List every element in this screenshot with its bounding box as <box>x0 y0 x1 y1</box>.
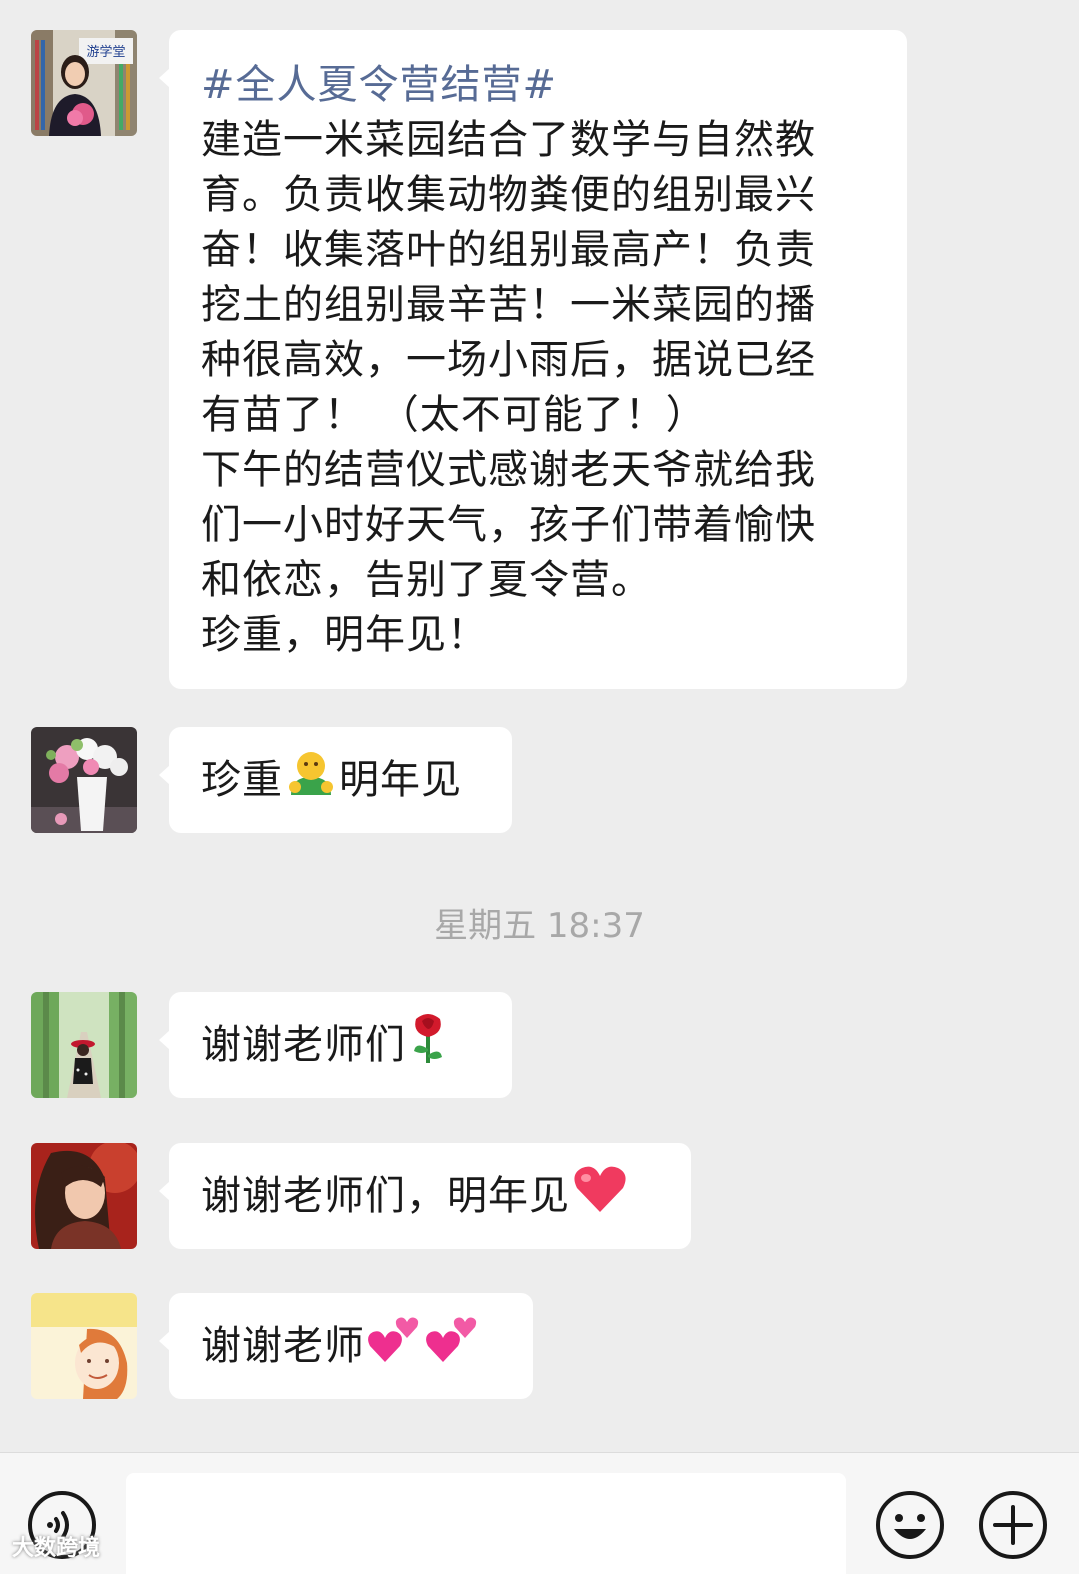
person-emoji-icon <box>285 749 337 812</box>
avatar-sign-text: 游学堂 <box>86 44 125 60</box>
topic-hashtag-link[interactable]: #全人夏令营结营# <box>201 58 875 113</box>
message-line: 们一小时好天气，孩子们带着愉快 <box>201 502 816 548</box>
message-line: 珍重，明年见！ <box>201 612 488 658</box>
message-text: 谢谢老师们，明年见 <box>201 1172 570 1219</box>
more-actions-button[interactable] <box>977 1489 1049 1561</box>
chat-timestamp: 星期五 18:37 <box>434 906 645 946</box>
avatar[interactable] <box>31 1293 137 1399</box>
emoji-button[interactable] <box>874 1489 946 1561</box>
plus-icon <box>979 1491 1047 1559</box>
message-text: 谢谢老师 <box>201 1322 365 1369</box>
avatar[interactable] <box>31 727 137 833</box>
avatar[interactable] <box>31 992 137 1098</box>
message-line: 育。负责收集动物粪便的组别最兴 <box>201 172 816 218</box>
message-input[interactable] <box>126 1473 846 1574</box>
two-hearts-emoji-icon <box>367 1314 421 1379</box>
message-text: 谢谢老师们 <box>201 1021 406 1068</box>
avatar[interactable] <box>31 1143 137 1249</box>
avatar[interactable]: 游学堂 <box>31 30 137 136</box>
message-line: 有苗了！ （太不可能了！） <box>201 392 707 438</box>
message-line: 奋！收集落叶的组别最高产！负责 <box>201 227 816 273</box>
message-line: 下午的结营仪式感谢老天爷就给我 <box>201 447 816 493</box>
message-bubble[interactable]: 谢谢老师们，明年见 <box>159 1143 691 1249</box>
rose-emoji-icon <box>408 1011 448 1080</box>
heart-emoji-icon <box>572 1164 628 1229</box>
message-line: 挖土的组别最辛苦！一米菜园的播 <box>201 282 816 328</box>
message-line: 建造一米菜园结合了数学与自然教 <box>201 117 816 163</box>
message-line: 种很高效，一场小雨后，据说已经 <box>201 337 816 383</box>
watermark-text: 大数跨境 <box>12 1536 101 1561</box>
message-bubble[interactable]: 珍重 明年见 <box>159 727 512 833</box>
message-bubble[interactable]: 谢谢老师们 <box>159 992 512 1098</box>
message-bubble[interactable]: #全人夏令营结营# 建造一米菜园结合了数学与自然教 育。负责收集动物粪便的组别最… <box>159 30 907 689</box>
message-text: 明年见 <box>339 756 462 803</box>
message-bubble[interactable]: 谢谢老师 <box>159 1293 533 1399</box>
smiley-icon <box>876 1491 944 1559</box>
message-text: 珍重 <box>201 756 283 803</box>
two-hearts-emoji-icon <box>425 1314 479 1379</box>
input-bar <box>0 1452 1079 1574</box>
chat-message-list[interactable]: 游学堂 #全人夏令营结营# 建造一米菜园结合了数学与自然教 育。负责收集动物粪便… <box>0 0 1079 1452</box>
message-line: 和依恋，告别了夏令营。 <box>201 557 652 603</box>
